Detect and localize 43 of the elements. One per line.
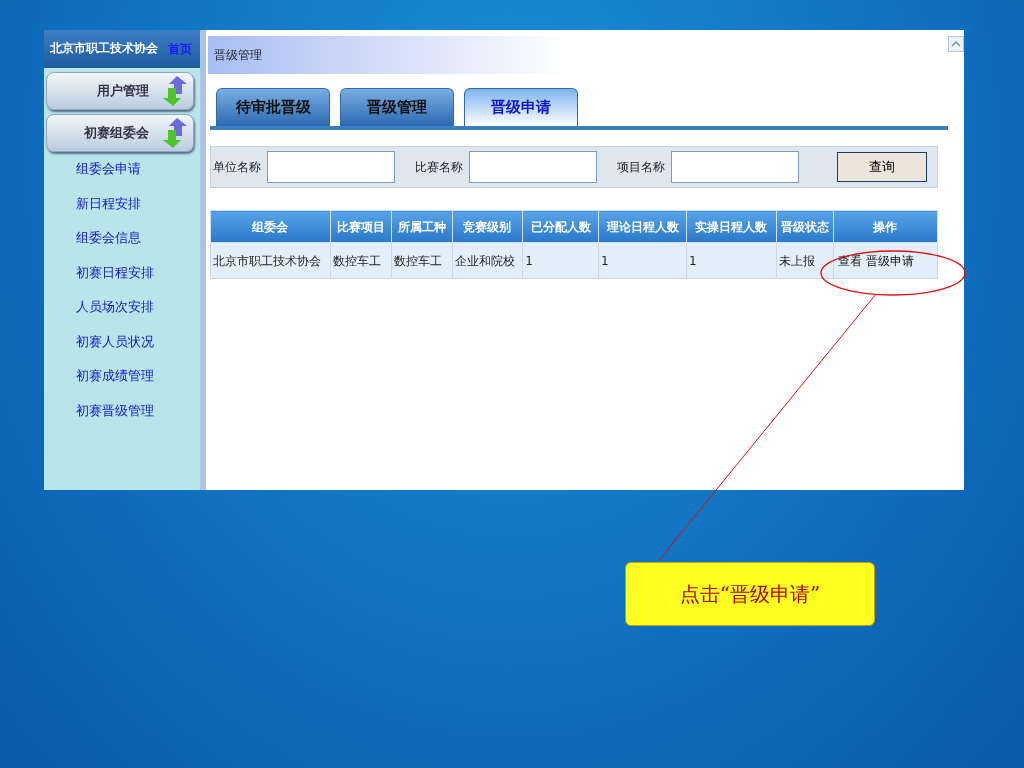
- table-cell: 数控车工: [330, 242, 392, 279]
- table-cell: 1: [522, 242, 599, 279]
- column-header: 实操日程人数: [686, 210, 777, 243]
- swap-arrows-icon: [161, 116, 189, 150]
- column-header: 操作: [833, 210, 938, 243]
- menu-group-button[interactable]: 用户管理: [46, 72, 194, 110]
- table-cell: 北京市职工技术协会: [210, 242, 331, 279]
- text-input-field[interactable]: [671, 151, 799, 183]
- table-cell: 数控车工: [391, 242, 453, 279]
- sidebar-menu-link[interactable]: 组委会信息: [44, 221, 141, 256]
- sidebar-menu-link[interactable]: 人员场次安排: [44, 290, 154, 325]
- scroll-up-icon[interactable]: [948, 36, 964, 52]
- callout-note: 点击“晋级申请”: [625, 562, 875, 626]
- table-cell: 企业和院校: [452, 242, 523, 279]
- swap-arrows-icon: [161, 74, 189, 108]
- column-header: 晋级状态: [776, 210, 834, 243]
- sidebar-title: 北京市职工技术协会: [50, 40, 158, 58]
- filter-label: 单位名称: [213, 159, 261, 176]
- table-cell: 1: [686, 242, 777, 279]
- menu-group-button[interactable]: 初赛组委会: [46, 114, 194, 152]
- text-input-field[interactable]: [267, 151, 395, 183]
- action-link[interactable]: 查看: [835, 251, 864, 270]
- tab[interactable]: 晋级管理: [340, 88, 454, 126]
- column-header: 组委会: [210, 210, 331, 243]
- query-button[interactable]: 查询: [837, 152, 927, 182]
- action-link[interactable]: 晋级申请: [863, 251, 916, 270]
- tab[interactable]: 晋级申请: [464, 88, 578, 126]
- column-header: 理论日程人数: [598, 210, 687, 243]
- column-header: 已分配人数: [522, 210, 599, 243]
- sidebar-menu-link[interactable]: 初赛成绩管理: [44, 359, 154, 394]
- column-header: 比赛项目: [330, 210, 392, 243]
- sidebar-menu-link[interactable]: 组委会申请: [44, 152, 141, 187]
- tab[interactable]: 待审批晋级: [216, 88, 330, 126]
- column-header: 所属工种: [391, 210, 453, 243]
- text-input-field[interactable]: [469, 151, 597, 183]
- filter-label: 比赛名称: [415, 159, 463, 176]
- sidebar-menu-link[interactable]: 新日程安排: [44, 186, 141, 221]
- filter-label: 项目名称: [617, 159, 665, 176]
- table-cell: 1: [598, 242, 687, 279]
- sidebar-menu-link[interactable]: 初赛晋级管理: [44, 393, 154, 428]
- sidebar-menu-link[interactable]: 初赛人员状况: [44, 324, 154, 359]
- column-header: 竞赛级别: [452, 210, 523, 243]
- sidebar-menu-link[interactable]: 初赛日程安排: [44, 255, 154, 290]
